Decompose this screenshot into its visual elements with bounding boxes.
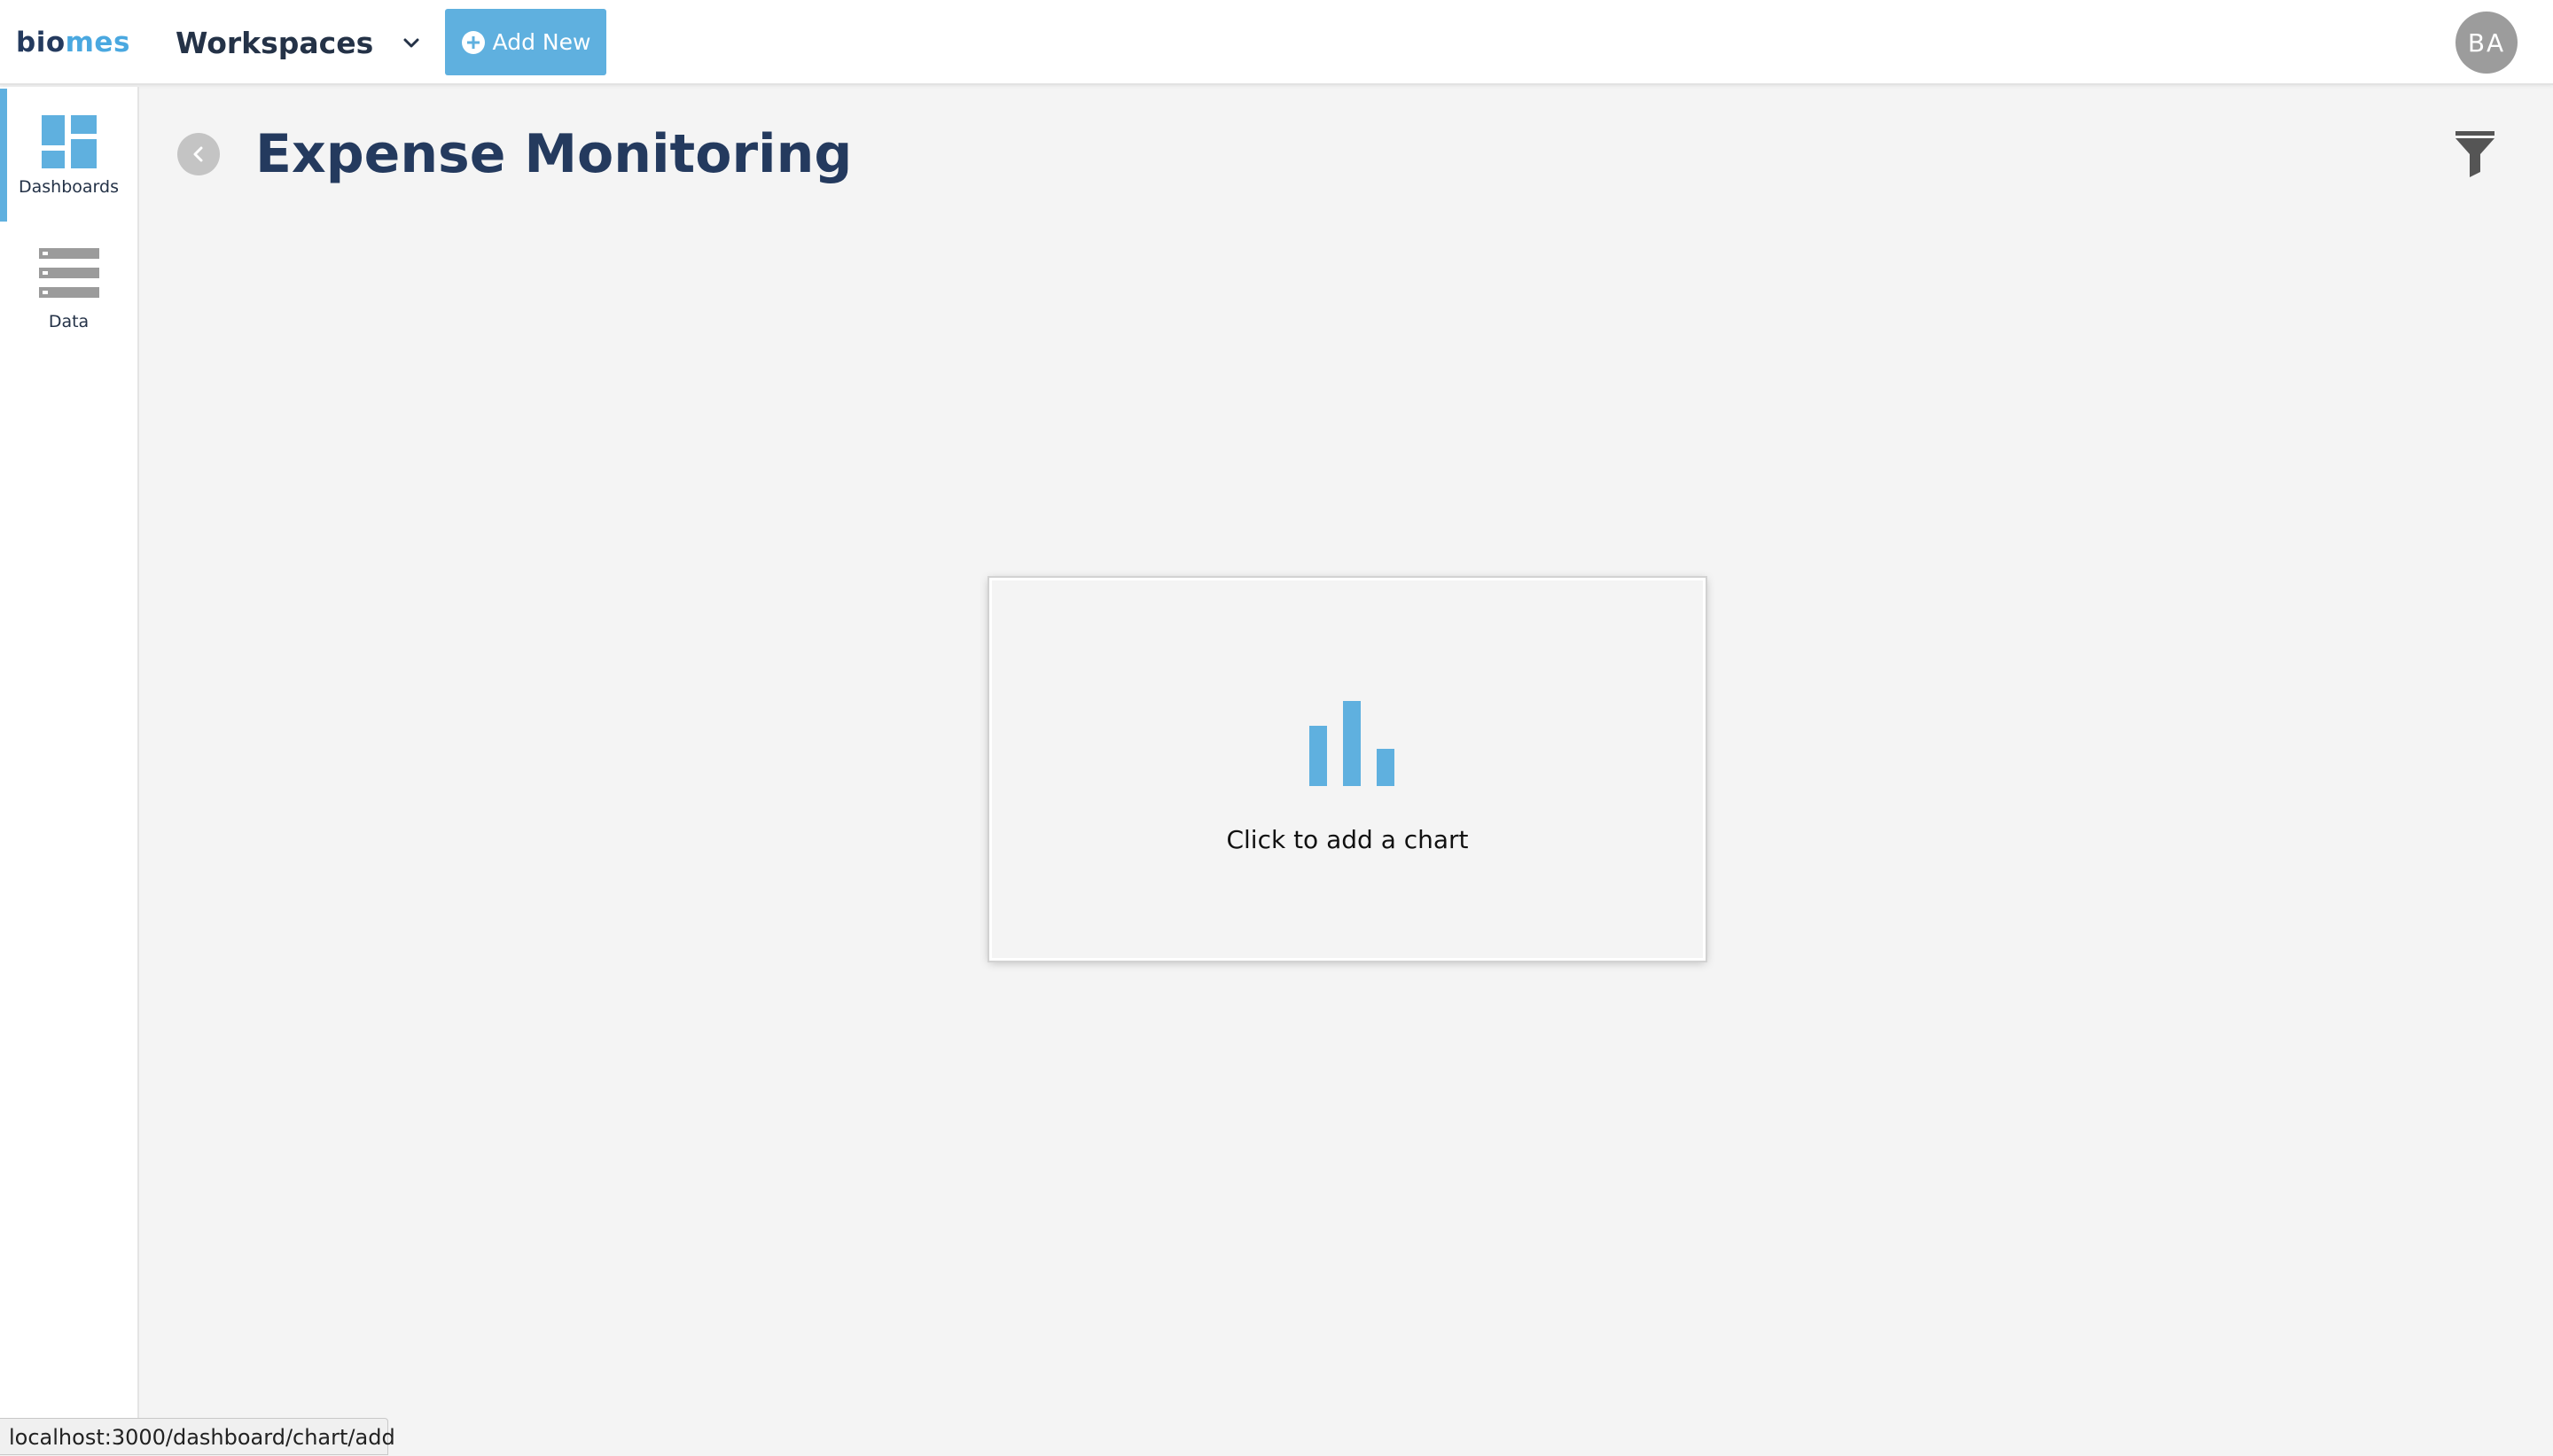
dashboard-grid-icon [41,115,97,168]
page-title: Expense Monitoring [255,123,853,185]
workspaces-label: Workspaces [176,25,374,60]
logo-text-dark: bio [16,27,66,58]
add-chart-text: Click to add a chart [1226,825,1469,854]
sidebar-item-data[interactable]: Data [0,222,137,354]
add-chart-card[interactable]: Click to add a chart [989,578,1706,961]
user-avatar[interactable]: BA [2455,12,2518,74]
sidebar-item-label: Data [48,312,90,331]
add-new-label: Add New [492,29,591,55]
data-list-icon [38,248,99,298]
sidebar-item-dashboards[interactable]: Dashboards [0,89,137,222]
app-logo[interactable]: biomes [16,25,130,60]
sidebar: Dashboards Data [0,87,139,1455]
add-new-button[interactable]: Add New [445,9,606,75]
logo-text-light: mes [65,27,130,58]
status-bar-url: localhost:3000/dashboard/chart/add [0,1418,395,1455]
bar-chart-icon [1309,701,1394,786]
sidebar-item-label: Dashboards [19,177,119,197]
filter-button[interactable] [2454,131,2496,177]
chevron-down-icon [403,38,419,48]
back-button[interactable] [177,133,220,175]
filter-icon [2455,131,2494,177]
top-bar: biomes Workspaces Add New BA [0,0,2553,85]
avatar-initials: BA [2467,27,2506,58]
plus-circle-icon [461,30,485,54]
workspaces-dropdown[interactable]: Workspaces [176,21,421,64]
chevron-left-icon [193,146,203,162]
